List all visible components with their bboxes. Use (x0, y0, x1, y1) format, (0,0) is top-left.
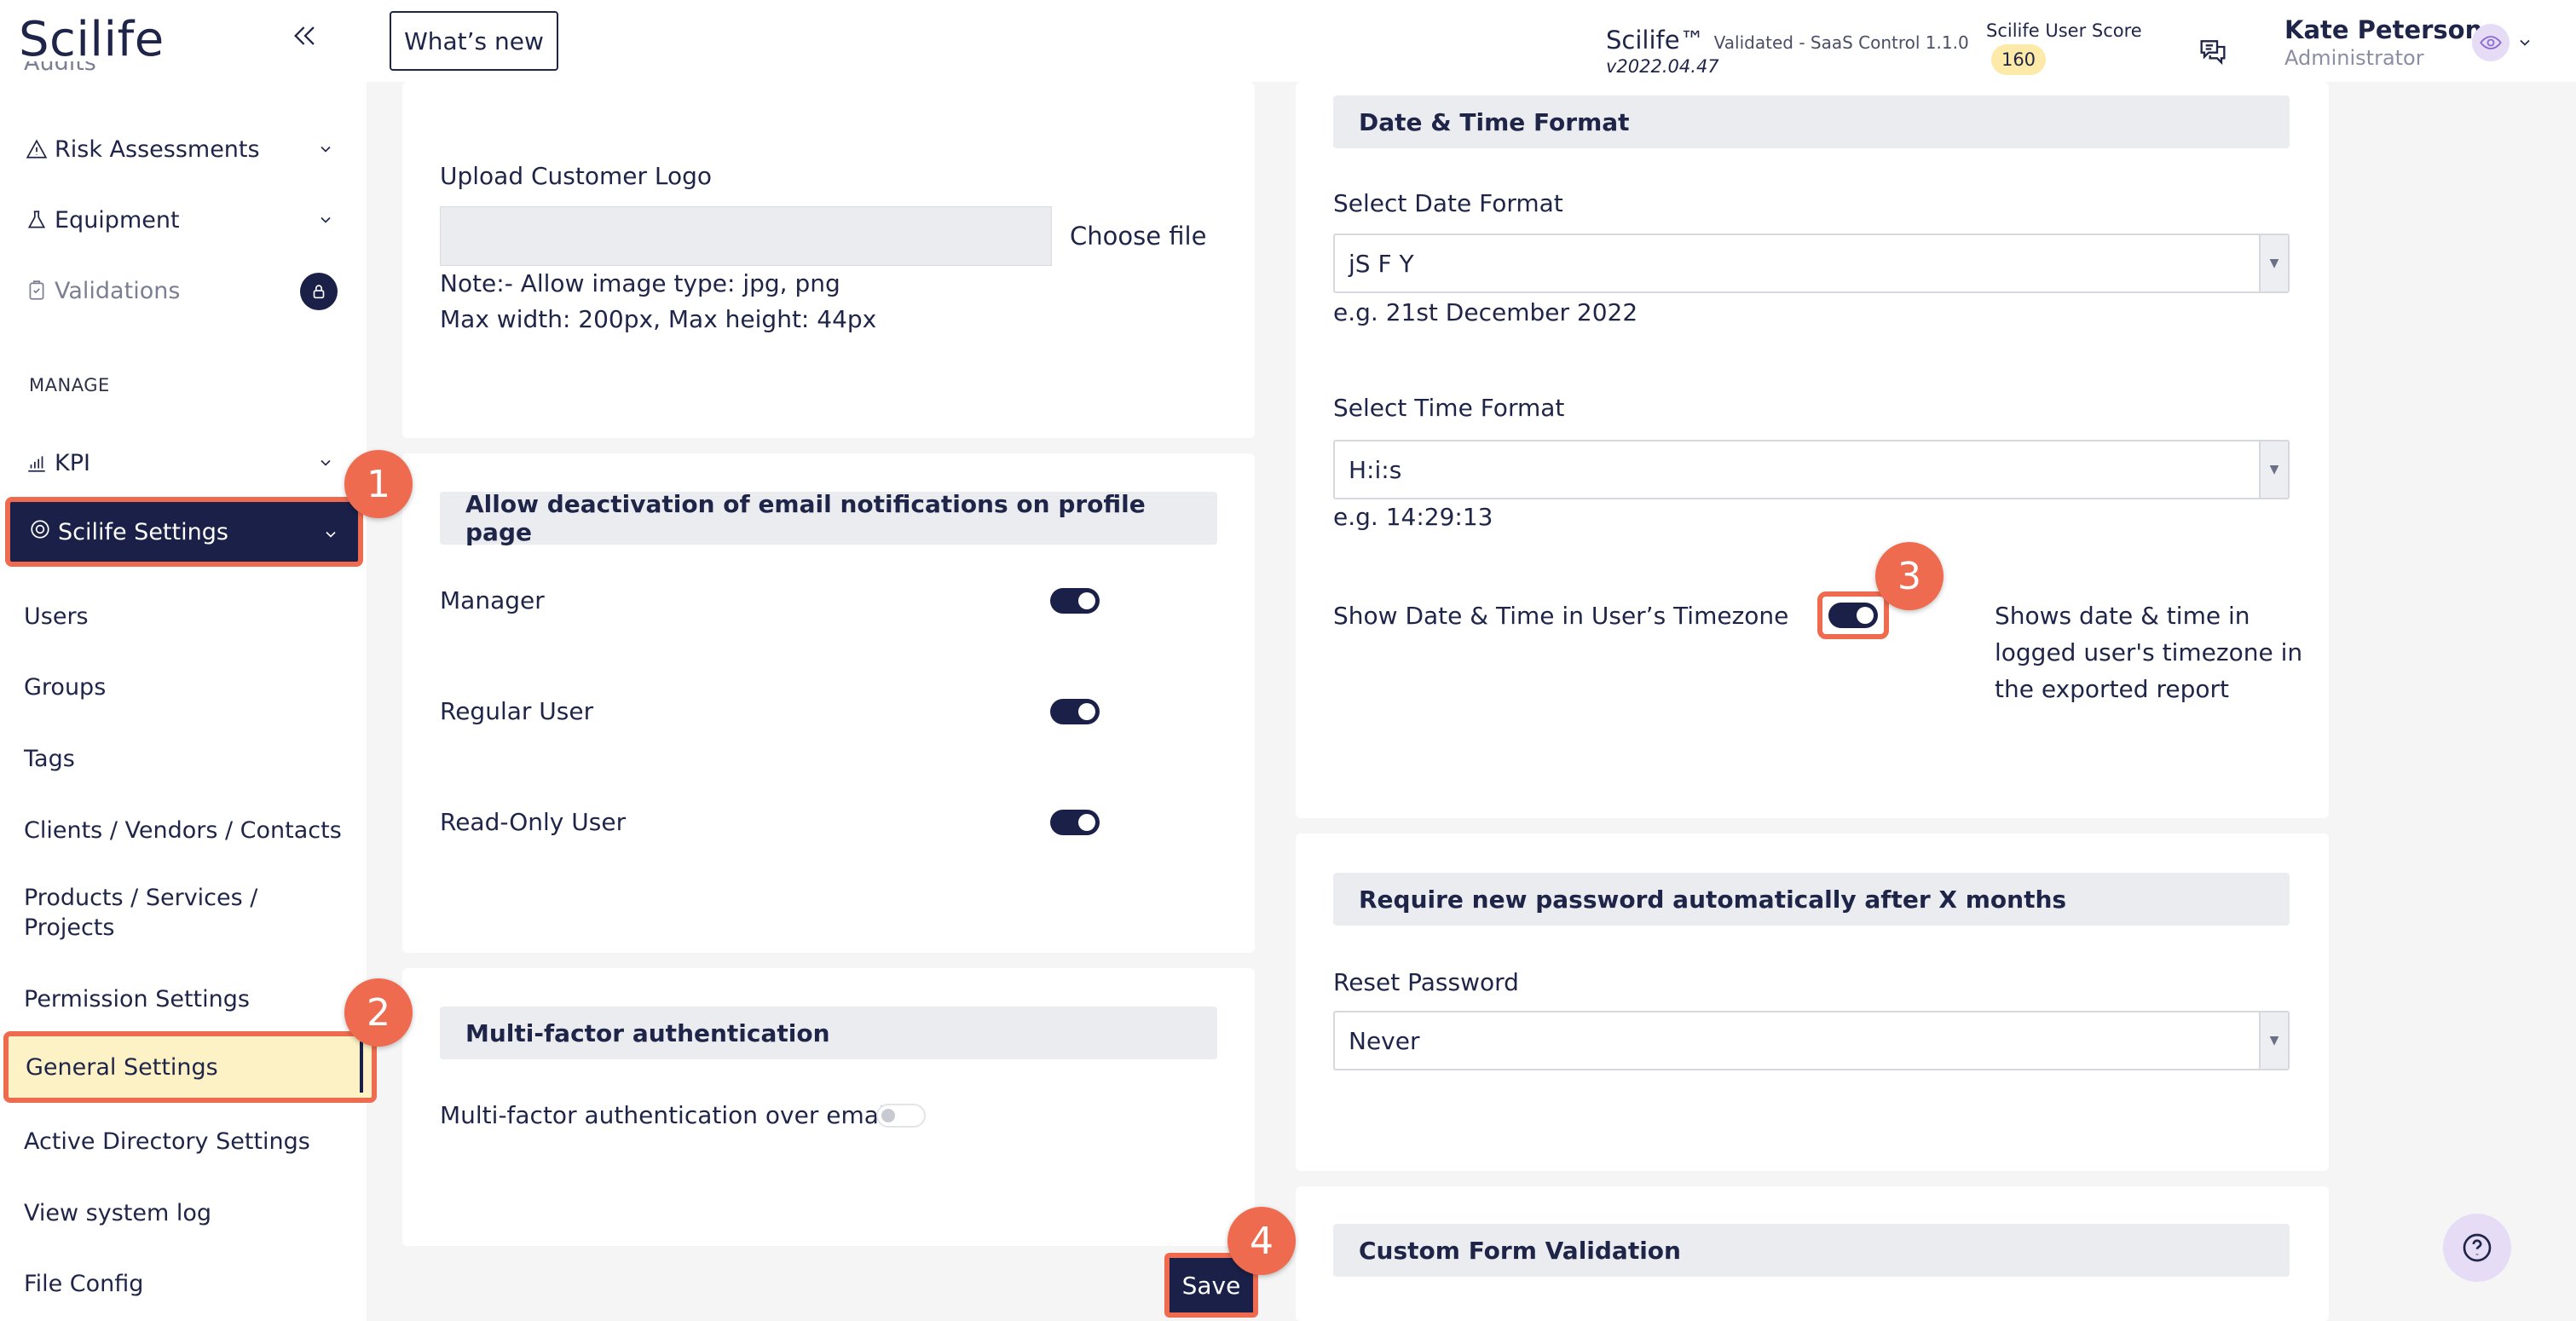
step-marker-2: 2 (344, 978, 413, 1047)
mfa-email-toggle[interactable] (876, 1104, 926, 1128)
reset-password-label: Reset Password (1333, 968, 1519, 996)
read-only-user-label: Read-Only User (440, 808, 627, 836)
help-button[interactable] (2443, 1214, 2511, 1282)
chevron-down-icon (317, 137, 334, 164)
user-score-badge: 160 (1991, 44, 2046, 75)
chart-icon (24, 450, 49, 476)
regular-user-toggle[interactable] (1050, 699, 1100, 724)
sidebar-item-tags[interactable]: Tags (24, 746, 75, 772)
file-input[interactable] (440, 206, 1052, 266)
sidebar: Scilife Audits Risk Assessments Equipmen… (0, 0, 377, 1321)
timezone-toggle[interactable] (1828, 603, 1878, 628)
timezone-desc-3: the exported report (1995, 675, 2229, 703)
time-format-example: e.g. 14:29:13 (1333, 503, 1493, 531)
chat-icon[interactable] (2196, 34, 2230, 72)
dropdown-arrow-icon: ▼ (2259, 441, 2288, 498)
avatar[interactable] (2472, 24, 2510, 61)
chevron-down-icon[interactable] (2516, 34, 2533, 55)
user-name[interactable]: Kate Peterson (2284, 15, 2482, 44)
sidebar-item-permission-settings[interactable]: Permission Settings (24, 986, 250, 1012)
sidebar-item-equipment[interactable]: Equipment (24, 196, 351, 244)
reset-password-select[interactable]: Never ▼ (1333, 1011, 2290, 1070)
timezone-label: Show Date & Time in User’s Timezone (1333, 602, 1789, 630)
timezone-desc-2: logged user's timezone in (1995, 638, 2303, 666)
user-score-label: Scilife User Score (1986, 20, 2142, 41)
warning-icon (24, 136, 49, 162)
collapse-sidebar-button[interactable] (288, 19, 322, 53)
app-logo[interactable]: Scilife (19, 12, 165, 67)
sidebar-item-kpi[interactable]: KPI (24, 439, 351, 487)
lock-icon (300, 273, 338, 310)
app-version: v2022.04.47 (1606, 56, 1719, 77)
upload-note-line2: Max width: 200px, Max height: 44px (440, 305, 877, 333)
top-bar (367, 0, 2576, 82)
date-time-header: Date & Time Format (1333, 95, 2290, 148)
sidebar-item-scilife-settings[interactable]: Scilife Settings (5, 497, 363, 567)
date-format-select[interactable]: jS F Y ▼ (1333, 234, 2290, 293)
password-header: Require new password automatically after… (1333, 873, 2290, 926)
chevron-down-icon (317, 208, 334, 234)
step-marker-1: 1 (344, 450, 413, 518)
timezone-desc-1: Shows date & time in (1995, 602, 2250, 630)
sidebar-item-file-config[interactable]: File Config (24, 1271, 143, 1297)
flask-icon (24, 207, 49, 233)
sidebar-item-users[interactable]: Users (24, 603, 89, 630)
time-format-select[interactable]: H:i:s ▼ (1333, 440, 2290, 499)
upload-logo-label: Upload Customer Logo (440, 162, 713, 190)
sidebar-item-audits[interactable]: Audits (24, 61, 351, 87)
sidebar-item-view-system-log[interactable]: View system log (24, 1200, 211, 1226)
clipboard-icon (24, 278, 49, 303)
sidebar-item-active-directory-settings[interactable]: Active Directory Settings (24, 1128, 310, 1155)
choose-file-button[interactable]: Choose file (1070, 222, 1206, 251)
sidebar-item-risk-assessments[interactable]: Risk Assessments (24, 125, 351, 173)
date-format-example: e.g. 21st December 2022 (1333, 298, 1638, 326)
sidebar-item-validations[interactable]: Validations (24, 267, 351, 314)
settings-icon (29, 518, 51, 546)
date-format-label: Select Date Format (1333, 189, 1563, 217)
step-marker-3: 3 (1875, 542, 1944, 610)
chevrons-left-icon (294, 26, 315, 45)
user-role: Administrator (2284, 46, 2424, 70)
chevron-down-icon (322, 522, 339, 549)
app-version-info: Scilife™ Validated - SaaS Control 1.1.0 … (1606, 26, 1969, 77)
sidebar-item-clients-vendors-contacts[interactable]: Clients / Vendors / Contacts (24, 817, 342, 844)
email-notifications-header: Allow deactivation of email notification… (440, 490, 1217, 546)
time-format-label: Select Time Format (1333, 394, 1565, 422)
section-label-manage: MANAGE (29, 375, 110, 395)
sidebar-item-general-settings[interactable]: General Settings (3, 1031, 377, 1103)
mfa-email-label: Multi-factor authentication over email (440, 1101, 892, 1129)
eye-icon (2480, 36, 2502, 49)
app-name: Scilife™ (1606, 26, 1705, 55)
step-marker-4: 4 (1227, 1207, 1296, 1275)
custom-form-validation-header: Custom Form Validation (1333, 1224, 2290, 1277)
manager-toggle[interactable] (1050, 588, 1100, 614)
regular-user-label: Regular User (440, 697, 594, 725)
dropdown-arrow-icon: ▼ (2259, 1012, 2288, 1069)
sidebar-item-groups[interactable]: Groups (24, 674, 106, 701)
dropdown-arrow-icon: ▼ (2259, 235, 2288, 291)
manager-label: Manager (440, 586, 545, 614)
read-only-user-toggle[interactable] (1050, 810, 1100, 835)
app-subtitle: Validated - SaaS Control 1.1.0 (1713, 32, 1969, 53)
upload-note-line1: Note:- Allow image type: jpg, png (440, 269, 840, 297)
sidebar-item-projects[interactable]: Projects (24, 914, 114, 941)
mfa-header: Multi-factor authentication (440, 1007, 1217, 1059)
question-icon (2463, 1233, 2492, 1262)
whats-new-button[interactable]: What’s new (390, 11, 558, 71)
sidebar-item-products-services[interactable]: Products / Services / (24, 885, 257, 911)
chevron-down-icon (317, 451, 334, 477)
